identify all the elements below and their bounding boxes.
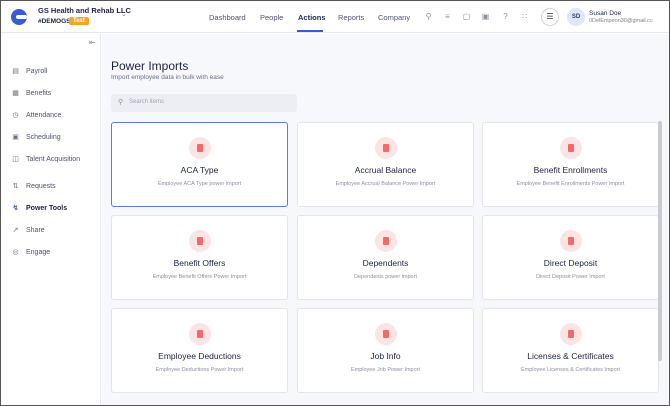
card-description: Employee Licenses & Certificates Import [520,367,621,373]
import-icon [189,323,211,345]
import-icon [189,137,211,159]
sidebar-item-label: Requests [26,183,56,190]
page-title: Power Imports [111,59,189,73]
import-card-dependents[interactable]: Dependents Dependents power import [297,215,474,300]
user-name[interactable]: Susan Doe [589,10,621,17]
card-title: Benefit Enrollments [533,165,608,175]
share-icon: ↗ [12,227,19,234]
calendar-icon[interactable]: ▣ [481,12,490,21]
app-logo-icon[interactable] [11,9,27,25]
card-description: Employee ACA Type power import [157,181,242,187]
search-icon: ⚲ [118,99,124,106]
import-card-benefit-enrollments[interactable]: Benefit Enrollments Employee Benefit Enr… [482,122,659,207]
sidebar-item-scheduling[interactable]: ▣ Scheduling [11,133,61,142]
engage-icon: ◎ [12,249,19,256]
card-description: Dependents power import [354,274,417,280]
card-description: Employee Benefit Offers Power Import [152,274,247,280]
company-code: #DEMOGS [38,18,71,25]
card-title: Dependents [362,258,409,268]
sidebar-item-talent-acquisition[interactable]: ◫ Talent Acquisition [11,155,80,164]
import-card-benefit-offers[interactable]: Benefit Offers Employee Benefit Offers P… [111,215,288,300]
company-name[interactable]: GS Health and Rehab LLC [38,6,131,15]
nav-dashboard[interactable]: Dashboard [209,13,246,22]
sidebar-item-payroll[interactable]: ▤ Payroll [11,67,47,76]
card-title: ACA Type [180,165,219,175]
sidebar-item-label: Attendance [26,112,62,119]
import-icon [189,230,211,252]
sidebar-item-engage[interactable]: ◎ Engage [11,248,50,257]
avatar[interactable]: SD [567,8,585,26]
import-card-employee-deductions[interactable]: Employee Deductions Employee Deductions … [111,308,288,393]
import-card-aca-type[interactable]: ACA Type Employee ACA Type power import [111,122,288,207]
requests-icon: ⇅ [12,183,19,190]
import-icon [560,323,582,345]
sidebar-item-benefits[interactable]: ▦ Benefits [11,89,51,98]
clock-icon: ◷ [12,112,19,119]
apps-grid-icon[interactable]: ∷ [520,12,529,21]
import-icon [375,230,397,252]
bolt-icon: ↯ [12,205,19,212]
chevron-down-icon[interactable]: ⌄ [121,10,127,18]
main-content: Power Imports Import employee data in bu… [102,34,669,405]
card-title: Licenses & Certificates [527,351,614,361]
import-icon [375,323,397,345]
card-title: Job Info [370,351,401,361]
nav-people[interactable]: People [260,13,283,22]
search-input[interactable]: ⚲ Search items [111,94,297,112]
env-badge: Test [69,17,89,25]
sidebar-item-attendance[interactable]: ◷ Attendance [11,111,61,120]
collapse-sidebar-icon[interactable]: ⇤ [89,38,96,47]
settings-sliders-icon[interactable]: ☰ [541,8,559,26]
import-card-direct-deposit[interactable]: Direct Deposit Direct Deposit Power Impo… [482,215,659,300]
card-description: Employee Deductions Power Import [155,367,244,373]
import-card-licenses-certificates[interactable]: Licenses & Certificates Employee License… [482,308,659,393]
sidebar-item-label: Engage [26,249,51,256]
card-title: Accrual Balance [354,165,417,175]
sidebar-item-share[interactable]: ↗ Share [11,226,45,235]
nav-active-indicator [297,30,323,32]
help-icon[interactable]: ? [501,12,510,21]
calendar-icon: ▣ [12,134,19,141]
search-placeholder: Search items [129,99,165,105]
card-title: Employee Deductions [158,351,241,361]
import-card-job-info[interactable]: Job Info Employee Job Power Import [297,308,474,393]
top-bar: GS Health and Rehab LLC #DEMOGS Test ⌄ D… [1,1,669,33]
card-description: Employee Benefit Enrollments Power Impor… [516,181,625,187]
card-title: Benefit Offers [173,258,226,268]
list-icon[interactable]: ≡ [443,12,452,21]
sidebar-item-label: Benefits [26,90,52,97]
page-subtitle: Import employee data in bulk with ease [111,74,224,81]
chat-icon[interactable]: ▢ [462,12,471,21]
app-window: GS Health and Rehab LLC #DEMOGS Test ⌄ D… [0,0,670,406]
import-icon [560,230,582,252]
gift-icon: ▦ [12,90,19,97]
sidebar-item-label: Scheduling [26,134,61,141]
sidebar: ⇤ ▤ Payroll ▦ Benefits ◷ Attendance ▣ Sc… [1,34,101,405]
sidebar-item-requests[interactable]: ⇅ Requests [11,182,56,191]
nav-company[interactable]: Company [378,13,410,22]
nav-actions[interactable]: Actions [298,13,326,22]
card-description: Employee Accrual Balance Power Import [335,181,436,187]
sidebar-item-label: Talent Acquisition [26,156,81,163]
card-description: Employee Job Power Import [350,367,421,373]
sidebar-item-label: Power Tools [26,205,68,212]
user-email: 0DelEmpeon30@gmail.cc [589,18,653,24]
import-card-accrual-balance[interactable]: Accrual Balance Employee Accrual Balance… [297,122,474,207]
card-title: Direct Deposit [543,258,598,268]
board-icon: ◫ [12,156,19,163]
nav-reports[interactable]: Reports [338,13,364,22]
card-description: Direct Deposit Power Import [536,274,605,280]
sidebar-item-label: Share [26,227,45,234]
import-icon [375,137,397,159]
sidebar-item-power-tools[interactable]: ↯ Power Tools [11,204,68,213]
payroll-icon: ▤ [12,68,19,75]
search-icon[interactable]: ⚲ [424,12,433,21]
import-icon [560,137,582,159]
main-scrollbar[interactable] [658,121,662,361]
sidebar-item-label: Payroll [26,68,48,75]
